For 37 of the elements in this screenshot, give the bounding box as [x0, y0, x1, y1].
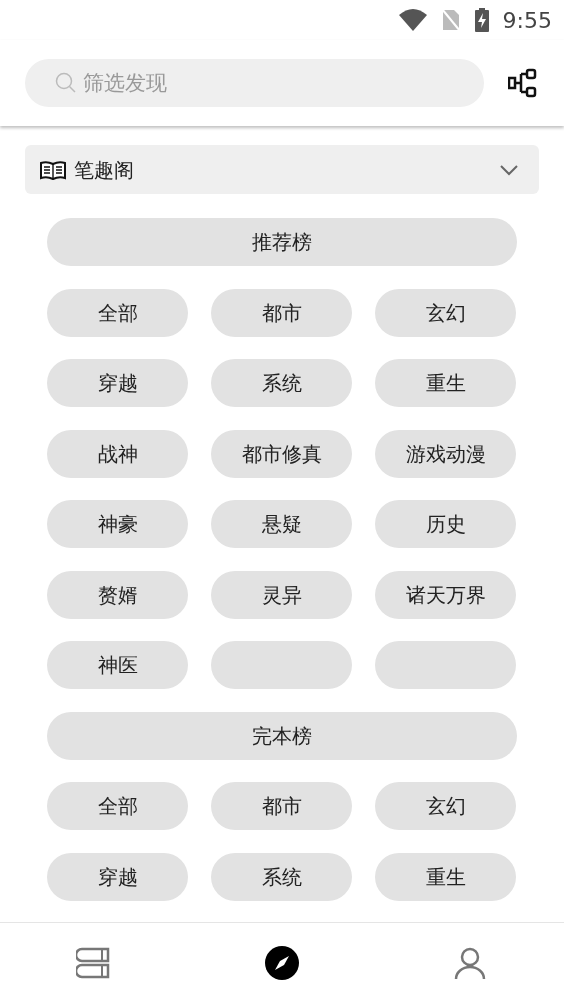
search-field[interactable]: 筛选发现 [25, 59, 484, 107]
category-button[interactable]: 都市修真 [211, 429, 352, 478]
category-button[interactable]: 重生 [375, 852, 516, 901]
category-button[interactable]: 穿越 [47, 852, 188, 901]
category-button[interactable]: 系统 [211, 359, 352, 407]
category-button[interactable]: 战神 [47, 429, 188, 478]
category-button[interactable]: 游戏动漫 [375, 429, 516, 478]
chevron-down-icon [499, 163, 519, 176]
no-sim-icon [440, 8, 461, 32]
source-name: 笔趣阁 [74, 156, 135, 184]
battery-icon [474, 8, 489, 32]
book-icon [40, 159, 66, 180]
category-button[interactable]: 赘婿 [47, 570, 188, 619]
category-button[interactable]: 神医 [47, 641, 188, 689]
category-button[interactable]: 悬疑 [211, 500, 352, 548]
category-button[interactable]: 全部 [47, 782, 188, 830]
category-button[interactable]: 神豪 [47, 500, 188, 548]
layout-icon[interactable] [508, 68, 538, 98]
category-button[interactable]: 都市 [211, 288, 352, 337]
clock: 9:55 [502, 6, 552, 35]
category-button[interactable]: 全部 [47, 288, 188, 337]
category-button[interactable]: 诸天万界 [375, 570, 516, 619]
wifi-icon [398, 9, 427, 31]
category-button[interactable]: 重生 [375, 359, 516, 407]
category-button[interactable]: 都市 [211, 782, 352, 830]
category-button[interactable]: 系统 [211, 852, 352, 901]
category-button[interactable]: 穿越 [47, 359, 188, 407]
source-dropdown[interactable]: 笔趣阁 [25, 145, 539, 194]
category-button[interactable]: 历史 [375, 500, 516, 548]
category-button[interactable]: 灵异 [211, 570, 352, 619]
category-button[interactable]: 玄幻 [375, 782, 516, 830]
ranking-button[interactable]: 完本榜 [47, 711, 517, 760]
ranking-button[interactable]: 推荐榜 [47, 218, 517, 266]
compass-icon[interactable] [264, 944, 300, 981]
person-icon[interactable] [453, 945, 487, 980]
bookshelf-icon[interactable] [76, 946, 112, 979]
category-button[interactable]: 玄幻 [375, 288, 516, 337]
